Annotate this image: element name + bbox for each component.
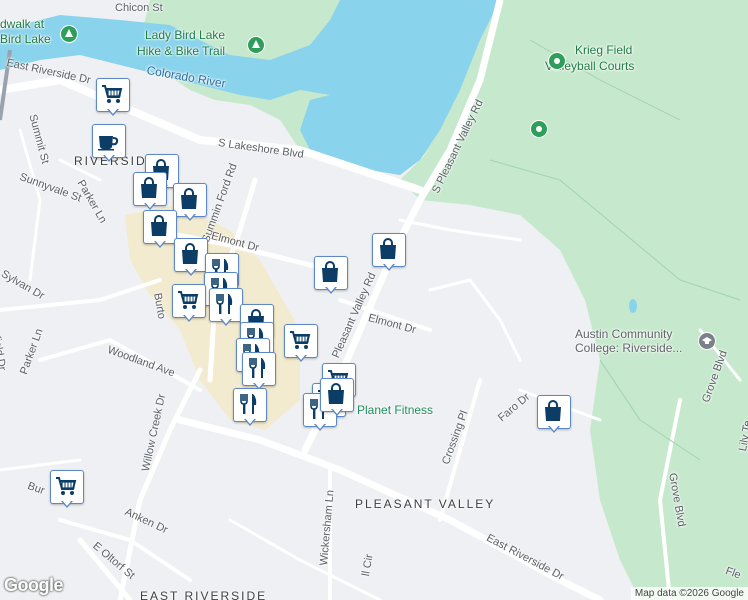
park-poi-icon[interactable] <box>60 25 78 43</box>
label-boardwalk-2: Bird Lake <box>0 32 51 46</box>
label-hike-bike-2: Hike & Bike Trail <box>137 44 226 58</box>
park-poi-icon[interactable] <box>247 36 265 54</box>
park-poi-icon[interactable] <box>530 120 548 138</box>
map-marker-fork-knife[interactable] <box>242 352 276 392</box>
label-acc-1: Austin Community <box>575 327 673 341</box>
graduation-cap-icon[interactable] <box>698 332 716 350</box>
label-acc-2: College: Riverside... <box>575 341 683 355</box>
map-marker-coffee-cup[interactable] <box>92 124 126 164</box>
map-marker-shopping-bag[interactable] <box>133 172 167 212</box>
volleyball-poi-icon[interactable] <box>548 52 566 70</box>
map-marker-shopping-cart[interactable] <box>50 470 84 510</box>
map-marker-fork-knife[interactable] <box>233 388 267 428</box>
map-marker-fork-knife[interactable] <box>209 288 243 328</box>
label-hike-bike-1: Lady Bird Lake <box>145 28 226 42</box>
label-planet-fitness[interactable]: Planet Fitness <box>357 403 433 417</box>
map-marker-shopping-cart[interactable] <box>96 78 130 118</box>
label-chicon: Chicon St <box>115 2 163 14</box>
pond <box>629 299 637 313</box>
label-boardwalk-1: dwalk at <box>0 17 45 31</box>
map-marker-shopping-cart[interactable] <box>284 324 318 364</box>
label-krieg-1: Krieg Field <box>575 43 633 57</box>
map-marker-shopping-bag[interactable] <box>537 395 571 435</box>
google-logo: Google <box>4 575 64 595</box>
map-attribution[interactable]: Map data ©2026 Google <box>630 587 748 600</box>
label-pleasant-valley-area: PLEASANT VALLEY <box>355 497 496 511</box>
map-view[interactable]: dwalk at Bird Lake Lady Bird Lake Hike &… <box>0 0 748 600</box>
map-marker-shopping-bag[interactable] <box>320 378 354 418</box>
map-marker-shopping-bag[interactable] <box>173 183 207 223</box>
map-marker-shopping-cart[interactable] <box>172 284 206 324</box>
map-marker-shopping-bag[interactable] <box>174 238 208 278</box>
map-marker-shopping-bag[interactable] <box>372 233 406 273</box>
map-marker-shopping-bag[interactable] <box>314 256 348 296</box>
label-east-riverside-area: EAST RIVERSIDE <box>140 589 268 600</box>
map-marker-shopping-bag[interactable] <box>143 210 177 250</box>
